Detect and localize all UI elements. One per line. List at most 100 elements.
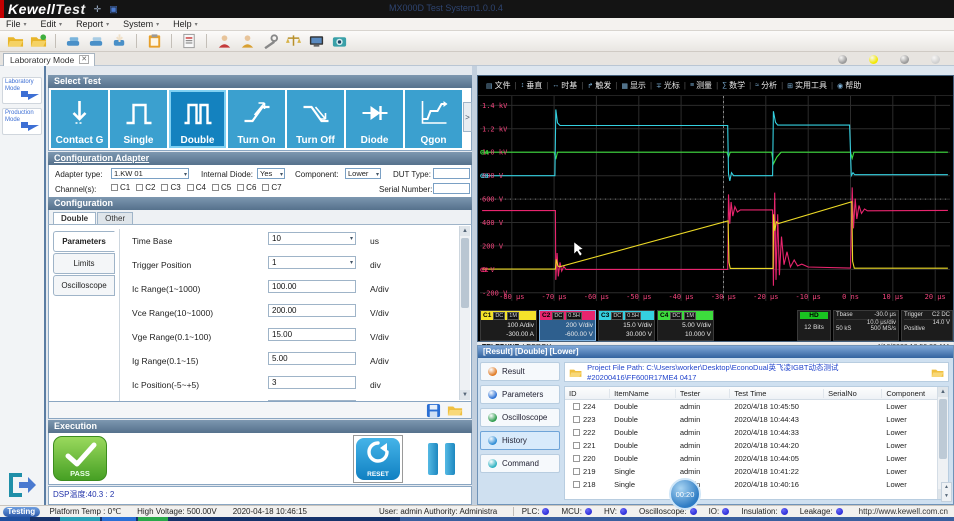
channel-checkbox-c7[interactable] — [262, 184, 269, 191]
scope-menu-help-icon[interactable]: ◉帮助 — [833, 80, 865, 91]
monitor-icon[interactable] — [307, 33, 325, 49]
field-input[interactable]: 200.00 — [268, 304, 356, 317]
column-header-itemname[interactable]: ItemName — [610, 389, 676, 398]
load-config-icon[interactable] — [447, 403, 463, 417]
table-row[interactable]: 223Doubleadmin2020/4/18 10:44:43Lower — [565, 413, 948, 426]
scales-icon[interactable] — [284, 33, 302, 49]
menu-edit[interactable]: Edit▾ — [41, 19, 63, 29]
logout-icon[interactable] — [6, 470, 38, 500]
pin-icon[interactable]: ▣ — [109, 4, 118, 15]
serial-number-input[interactable] — [433, 183, 470, 194]
dut-type-input[interactable] — [433, 168, 470, 179]
test-tile-double[interactable]: Double — [169, 90, 226, 148]
field-select[interactable]: 1 — [268, 256, 356, 269]
test-tile-turn-off[interactable]: Turn Off — [287, 90, 344, 148]
table-row[interactable]: 219Singleadmin2020/4/18 10:41:22Lower — [565, 465, 948, 478]
results-nav-oscilloscope[interactable]: Oscilloscope — [480, 408, 560, 427]
waveform-display[interactable]: 1.4 kV1.2 kV1.0 kV800 V600 V400 V200 V0 … — [480, 96, 950, 301]
field-input[interactable]: 100.00 — [268, 280, 356, 293]
hand-icon[interactable] — [110, 33, 128, 49]
channel-box-c1[interactable]: C1DC1M100 A/div-300.00 A — [480, 310, 537, 341]
tab-laboratory-mode[interactable]: Laboratory Mode ✕ — [3, 53, 95, 66]
column-header-serialno[interactable]: SerialNo — [824, 389, 882, 398]
test-tile-qgon[interactable]: Qgon — [405, 90, 462, 148]
user-red-icon[interactable] — [215, 33, 233, 49]
results-nav-command[interactable]: Command — [480, 454, 560, 473]
scope-menu-trigger-icon[interactable]: ↱触发 — [583, 80, 615, 91]
connect2-icon[interactable] — [87, 33, 105, 49]
column-header-test-time[interactable]: Test Time — [730, 389, 824, 398]
channel-checkbox-c6[interactable] — [237, 184, 244, 191]
table-row[interactable]: 221Doubleadmin2020/4/18 10:44:20Lower — [565, 439, 948, 452]
scope-menu-display-icon[interactable]: ▦显示 — [617, 80, 650, 91]
config-tab-double[interactable]: Double — [53, 212, 96, 224]
production-mode-button[interactable]: Production Mode — [2, 108, 42, 135]
scope-menu-timebase-icon[interactable]: ↔时基 — [548, 80, 581, 91]
timebase-box[interactable]: Tbase-30.0 μs10.0 μs/div50 kS500 MS/s — [833, 310, 899, 341]
scope-menu-file-icon[interactable]: ▤文件 — [482, 80, 515, 91]
reset-button[interactable]: RESET — [356, 438, 400, 480]
laboratory-mode-button[interactable]: Laboratory Mode — [2, 77, 42, 104]
spinner-control[interactable]: ▲▼ — [941, 482, 952, 502]
menu-file[interactable]: File▾ — [6, 19, 27, 29]
channel-checkbox-c4[interactable] — [187, 184, 194, 191]
scope-menu-vertical-icon[interactable]: ↕垂直 — [517, 80, 547, 91]
test-tile-single[interactable]: Single — [110, 90, 167, 148]
scope-menu-cursors-icon[interactable]: ∓光标 — [652, 80, 684, 91]
field-input[interactable]: 3 — [268, 376, 356, 389]
table-row[interactable]: 222Doubleadmin2020/4/18 10:44:33Lower — [565, 426, 948, 439]
pause-button[interactable] — [419, 437, 463, 481]
scope-menu-measure-icon[interactable]: ≡测量 — [686, 80, 716, 91]
scrollbar-thumb[interactable] — [461, 238, 469, 308]
scope-menu-math-icon[interactable]: ∑数学 — [718, 80, 749, 91]
table-row[interactable]: 218Singleadmin2020/4/18 10:40:16Lower — [565, 478, 948, 491]
table-row[interactable]: 220Doubleadmin2020/4/18 10:44:05Lower — [565, 452, 948, 465]
table-row[interactable]: 224Doubleadmin2020/4/18 10:45:50Lower — [565, 400, 948, 413]
menu-help[interactable]: Help▾ — [173, 19, 198, 29]
scroll-down-icon[interactable]: ▼ — [460, 390, 470, 400]
trigger-box[interactable]: TriggerC2 DC14.0 VPositive — [901, 310, 953, 341]
channel-checkbox-c5[interactable] — [212, 184, 219, 191]
tiles-scroll-right[interactable]: > — [463, 102, 472, 132]
field-select[interactable]: 10 — [268, 232, 356, 245]
side-tab-limits[interactable]: Limits — [53, 253, 115, 274]
row-checkbox[interactable] — [573, 468, 580, 475]
connect-icon[interactable] — [64, 33, 82, 49]
open-folder-icon[interactable] — [6, 33, 24, 49]
field-input[interactable]: 15.00 — [268, 328, 356, 341]
user-yellow-icon[interactable] — [238, 33, 256, 49]
menu-report[interactable]: Report▾ — [76, 19, 109, 29]
menu-system[interactable]: System▾ — [123, 19, 159, 29]
scope-menu-utilities-icon[interactable]: ⊞实用工具 — [783, 80, 831, 91]
clipboard-icon[interactable] — [145, 33, 163, 49]
internal-diode-select[interactable]: Yes — [257, 168, 285, 179]
channel-checkbox-c2[interactable] — [136, 184, 143, 191]
results-nav-history[interactable]: History — [480, 431, 560, 450]
move-icon[interactable]: ✛ — [94, 4, 102, 15]
channel-box-c4[interactable]: C4DC1M5.00 V/div10.000 V — [657, 310, 714, 341]
results-nav-result[interactable]: Result — [480, 362, 560, 381]
row-checkbox[interactable] — [573, 442, 580, 449]
field-input[interactable]: -3 — [268, 400, 356, 401]
side-tab-parameters[interactable]: Parameters — [53, 231, 115, 252]
configuration-scrollbar[interactable]: ▲ ▼ — [459, 226, 470, 400]
pass-indicator[interactable]: PASS — [53, 436, 107, 481]
save-config-icon[interactable] — [426, 403, 441, 418]
tools-icon[interactable] — [261, 33, 279, 49]
column-header-id[interactable]: ID — [565, 389, 610, 398]
test-tile-contact-g[interactable]: Contact G — [51, 90, 108, 148]
tab-close-icon[interactable]: ✕ — [79, 55, 89, 64]
report-icon[interactable] — [180, 33, 198, 49]
row-checkbox[interactable] — [573, 403, 580, 410]
test-tile-turn-on[interactable]: Turn On — [228, 90, 285, 148]
field-input[interactable]: 5.00 — [268, 352, 356, 365]
adapter-type-select[interactable]: 1.KW 01 — [111, 168, 189, 179]
open-folder-icon[interactable] — [931, 367, 944, 378]
results-nav-parameters[interactable]: Parameters — [480, 385, 560, 404]
component-select[interactable]: Lower — [345, 168, 381, 179]
camera-icon[interactable] — [330, 33, 348, 49]
open-folder-plus-icon[interactable] — [29, 33, 47, 49]
scope-menu-analysis-icon[interactable]: ≈分析 — [751, 80, 781, 91]
row-checkbox[interactable] — [573, 455, 580, 462]
channel-box-c3[interactable]: C3DC0.5H15.0 V/div30.000 V — [598, 310, 655, 341]
